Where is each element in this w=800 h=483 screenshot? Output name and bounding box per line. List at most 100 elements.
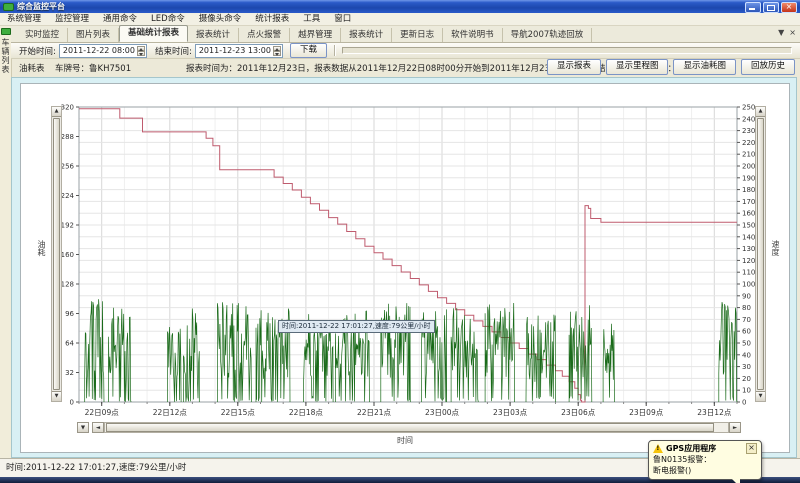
fuel-scroll-thumb[interactable] <box>53 118 60 390</box>
fuel-speed-chart: 0326496128160192224256288320010203040506… <box>21 84 789 420</box>
svg-text:20: 20 <box>742 375 751 383</box>
scroll-dropdown-icon[interactable]: ▼ <box>77 422 89 433</box>
svg-text:22日21点: 22日21点 <box>357 408 392 417</box>
toolbar-groove <box>342 47 792 54</box>
speed-scroll-thumb[interactable] <box>757 118 764 390</box>
report-type-label: 油耗表 <box>19 62 45 74</box>
scroll-up-icon[interactable]: ▲ <box>756 107 765 117</box>
fuel-axis-label: 油耗 <box>36 240 47 256</box>
scroll-down-icon[interactable]: ▼ <box>756 391 765 401</box>
scroll-right-icon[interactable]: ► <box>729 422 741 433</box>
report-button-4[interactable]: 回放历史 <box>741 59 795 75</box>
time-scrollbar: ▼ ◄ ► <box>77 422 741 433</box>
close-button[interactable]: × <box>781 2 797 13</box>
alert-title: GPS应用程序 <box>666 443 746 454</box>
menu-item-6[interactable]: 统计报表 <box>248 13 296 25</box>
menu-item-7[interactable]: 工具 <box>296 13 327 25</box>
start-time-spinner[interactable] <box>137 46 145 56</box>
speed-axis-label: 速度 <box>770 240 781 256</box>
warning-icon <box>653 444 663 453</box>
alert-line-2: 断电报警() <box>653 466 757 476</box>
menu-item-2[interactable]: 监控管理 <box>48 13 96 25</box>
toolbar: 开始时间: 2011-12-22 08:00 结束时间: 2011-12-23 … <box>11 43 800 59</box>
svg-text:10: 10 <box>742 387 751 395</box>
scroll-up-icon[interactable]: ▲ <box>52 107 61 117</box>
spin-down-icon[interactable] <box>273 51 281 56</box>
report-button-1[interactable]: 显示报表 <box>547 59 601 75</box>
download-button[interactable]: 下载 <box>290 43 327 58</box>
tab-3[interactable]: 基础统计报表 <box>119 25 188 42</box>
svg-text:30: 30 <box>742 363 751 371</box>
speed-axis-scrollbar[interactable]: ▲ ▼ <box>755 106 766 402</box>
tab-close-icon[interactable]: × <box>789 28 796 37</box>
tab-1[interactable]: 实时监控 <box>17 28 68 42</box>
menu-item-4[interactable]: LED命令 <box>144 13 192 25</box>
svg-text:240: 240 <box>742 115 755 123</box>
svg-text:200: 200 <box>742 163 755 171</box>
tab-dropdown-icon[interactable]: ▼ <box>778 28 784 37</box>
report-button-2[interactable]: 显示里程图 <box>606 59 669 75</box>
start-time-label: 开始时间: <box>19 45 56 57</box>
start-time-value: 2011-12-22 08:00 <box>63 46 135 55</box>
svg-text:160: 160 <box>742 210 755 218</box>
tab-6[interactable]: 越界管理 <box>290 28 341 42</box>
alert-balloon: GPS应用程序 × 鲁N0135报警： 断电报警() <box>648 440 762 480</box>
tab-4[interactable]: 报表统计 <box>188 28 239 42</box>
svg-text:32: 32 <box>65 369 74 377</box>
tab-2[interactable]: 图片列表 <box>68 28 119 42</box>
tab-5[interactable]: 点火报警 <box>239 28 290 42</box>
end-time-label: 结束时间: <box>155 45 192 57</box>
menu-item-1[interactable]: 系统管理 <box>0 13 48 25</box>
svg-text:220: 220 <box>742 139 755 147</box>
tab-7[interactable]: 报表统计 <box>341 28 392 42</box>
svg-text:70: 70 <box>742 316 751 324</box>
svg-text:128: 128 <box>61 281 74 289</box>
svg-text:23日00点: 23日00点 <box>425 408 460 417</box>
svg-text:110: 110 <box>742 269 755 277</box>
svg-text:140: 140 <box>742 233 755 241</box>
svg-text:22日18点: 22日18点 <box>289 408 324 417</box>
tab-9[interactable]: 软件说明书 <box>443 28 503 42</box>
time-scroll-track[interactable] <box>104 422 729 433</box>
svg-text:160: 160 <box>61 251 74 259</box>
end-time-spinner[interactable] <box>273 46 281 56</box>
svg-text:23日12点: 23日12点 <box>697 408 732 417</box>
spin-down-icon[interactable] <box>137 51 145 56</box>
plate-number-label: 车牌号：鲁KH7501 <box>55 62 131 74</box>
svg-text:23日06点: 23日06点 <box>561 408 596 417</box>
svg-text:230: 230 <box>742 127 755 135</box>
window-controls: × <box>745 2 797 13</box>
svg-text:256: 256 <box>61 163 75 171</box>
scroll-left-icon[interactable]: ◄ <box>92 422 104 433</box>
menu-item-5[interactable]: 摄像头命令 <box>192 13 249 25</box>
svg-text:100: 100 <box>742 281 755 289</box>
start-time-input[interactable]: 2011-12-22 08:00 <box>59 44 147 58</box>
svg-text:224: 224 <box>61 192 75 200</box>
svg-text:23日03点: 23日03点 <box>493 408 528 417</box>
menu-item-3[interactable]: 通用命令 <box>96 13 144 25</box>
svg-text:0: 0 <box>742 399 746 407</box>
end-time-input[interactable]: 2011-12-23 13:00 <box>195 44 283 58</box>
tab-8[interactable]: 更新日志 <box>392 28 443 42</box>
alert-close-icon[interactable]: × <box>746 443 757 454</box>
tab-bar: 实时监控图片列表基础统计报表报表统计点火报警越界管理报表统计更新日志软件说明书导… <box>11 26 800 43</box>
tabs: 实时监控图片列表基础统计报表报表统计点火报警越界管理报表统计更新日志软件说明书导… <box>17 26 592 42</box>
report-button-3[interactable]: 显示油耗图 <box>673 59 736 75</box>
svg-text:96: 96 <box>65 310 74 318</box>
svg-text:90: 90 <box>742 292 751 300</box>
maximize-button[interactable] <box>763 2 779 13</box>
chart-panel: 0326496128160192224256288320010203040506… <box>11 77 797 458</box>
app-icon <box>3 3 14 11</box>
application-window: 综合监控平台 × 系统管理监控管理通用命令LED命令摄像头命令统计报表工具窗口 … <box>0 0 800 483</box>
scroll-down-icon[interactable]: ▼ <box>52 391 61 401</box>
menu-item-8[interactable]: 窗口 <box>327 13 358 25</box>
report-action-buttons: 显示报表显示里程图显示油耗图回放历史 <box>542 59 795 75</box>
svg-text:210: 210 <box>742 151 755 159</box>
minimize-button[interactable] <box>745 2 761 13</box>
tab-10[interactable]: 导航2007轨迹回放 <box>503 28 593 42</box>
svg-text:250: 250 <box>742 104 755 112</box>
svg-text:64: 64 <box>65 340 74 348</box>
fuel-axis-scrollbar[interactable]: ▲ ▼ <box>51 106 62 402</box>
svg-text:23日09点: 23日09点 <box>629 408 664 417</box>
time-scroll-thumb[interactable] <box>106 423 714 432</box>
